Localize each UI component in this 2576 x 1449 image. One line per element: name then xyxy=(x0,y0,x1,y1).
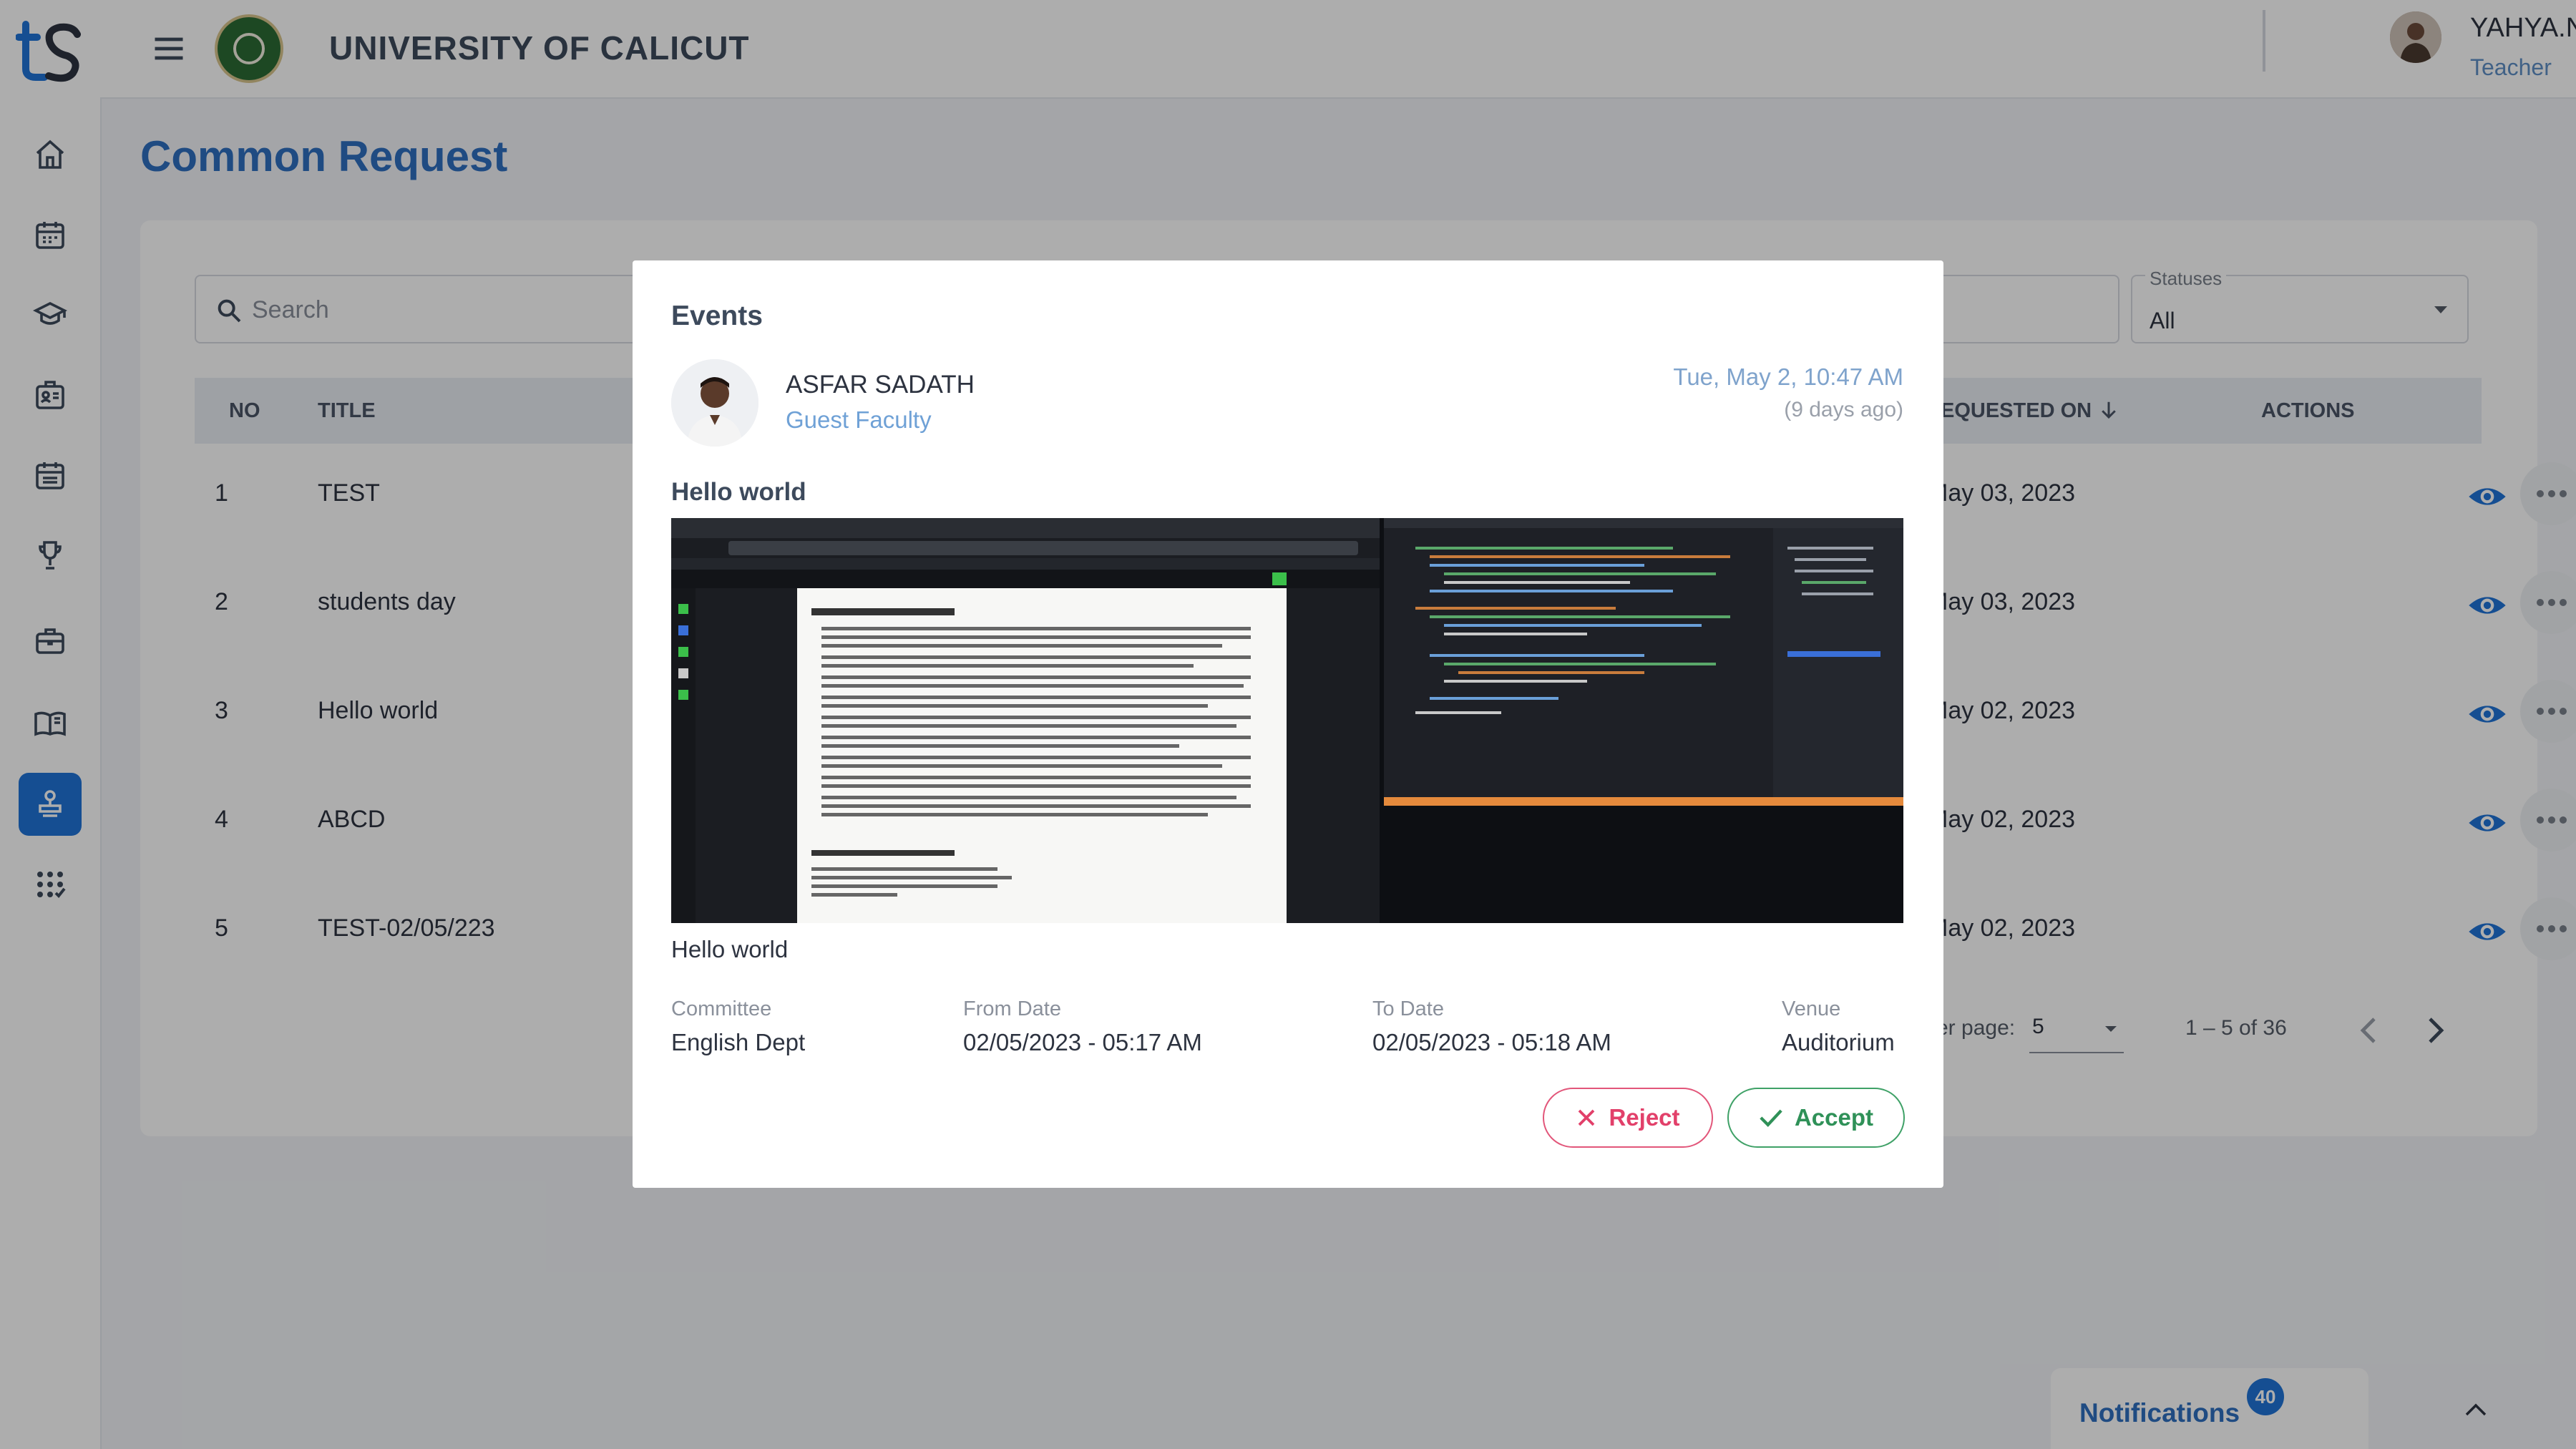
venue-label: Venue xyxy=(1782,997,1841,1020)
event-caption: Hello world xyxy=(671,936,789,962)
from-date-value: 02/05/2023 - 05:17 AM xyxy=(963,1029,1202,1055)
author-name: ASFAR SADATH xyxy=(786,371,975,399)
accept-button[interactable]: Accept xyxy=(1727,1088,1905,1148)
event-attachment-image[interactable] xyxy=(671,518,1903,923)
check-icon xyxy=(1759,1107,1783,1128)
from-date-label: From Date xyxy=(963,997,1061,1020)
modal-title: Events xyxy=(671,301,763,331)
committee-label: Committee xyxy=(671,997,772,1020)
event-relative-time: (9 days ago) xyxy=(1784,398,1903,421)
author-avatar xyxy=(671,359,758,447)
to-date-label: To Date xyxy=(1372,997,1444,1020)
author-role: Guest Faculty xyxy=(786,406,932,433)
close-icon xyxy=(1576,1107,1597,1128)
reject-button[interactable]: Reject xyxy=(1543,1088,1713,1148)
to-date-value: 02/05/2023 - 05:18 AM xyxy=(1372,1029,1611,1055)
event-modal: Events ASFAR SADATH Guest Faculty Tue, M… xyxy=(633,260,1943,1188)
event-heading: Hello world xyxy=(671,478,806,506)
venue-value: Auditorium xyxy=(1782,1029,1895,1055)
reject-label: Reject xyxy=(1609,1104,1680,1131)
event-timestamp: Tue, May 2, 10:47 AM xyxy=(1673,364,1903,390)
accept-label: Accept xyxy=(1794,1104,1874,1131)
committee-value: English Dept xyxy=(671,1029,806,1055)
